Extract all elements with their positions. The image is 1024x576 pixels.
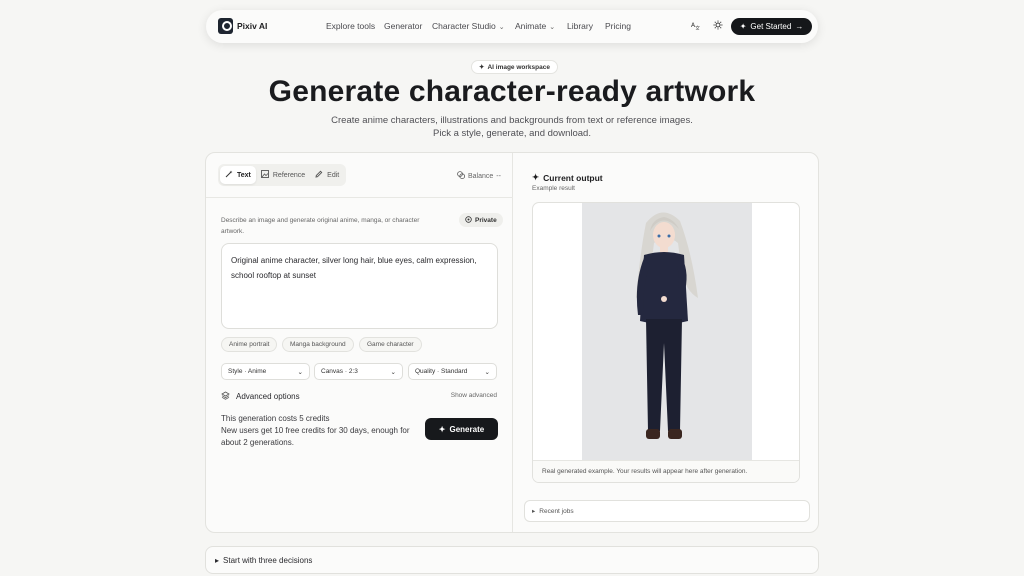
style-select[interactable]: Style · Anime ⌄ — [221, 363, 310, 380]
get-started-label: Get Started — [750, 22, 792, 31]
brand-logo[interactable] — [218, 18, 233, 34]
tab-text[interactable]: Text — [220, 166, 256, 184]
coins-icon — [457, 171, 465, 181]
prompt-description: Describe an image and generate original … — [221, 217, 420, 235]
preset-chip-anime-portrait[interactable]: Anime portrait — [221, 337, 278, 352]
nav-character-studio[interactable]: Character Studio ⌄ — [432, 21, 505, 31]
nav-explore-tools[interactable]: Explore tools — [326, 21, 375, 31]
preset-chip-game-character[interactable]: Game character — [359, 337, 422, 352]
nav-animate-label: Animate — [515, 21, 547, 31]
nav-animate[interactable]: Animate ⌄ — [515, 21, 555, 31]
quality-select[interactable]: Quality · Standard ⌄ — [408, 363, 497, 380]
editor-pane: Text Reference Edit Balance -- Describe … — [206, 153, 513, 532]
hero-subtitle-line2: Pick a style, generate, and download. — [433, 128, 591, 139]
mode-tabs: Text Reference Edit — [218, 164, 347, 186]
privacy-icon — [465, 215, 472, 225]
nav-generator[interactable]: Generator — [384, 21, 422, 31]
sparkle-icon: ✦ — [739, 22, 747, 31]
chevron-down-icon: ⌄ — [390, 368, 396, 376]
tab-reference-label: Reference — [272, 171, 306, 179]
tab-text-label: Text — [237, 171, 251, 179]
tab-reference[interactable]: Reference — [256, 166, 310, 184]
image-icon — [260, 170, 269, 180]
output-title: ✦ Current output — [532, 172, 603, 183]
advanced-options-title: Advanced options — [236, 392, 300, 401]
output-caption: Real generated example. Your results wil… — [533, 460, 799, 482]
output-title-label: Current output — [543, 172, 603, 183]
preset-chip-manga-background[interactable]: Manga background — [282, 337, 354, 352]
nav-library[interactable]: Library — [567, 21, 593, 31]
credit-cost-info: This generation costs 5 credits New user… — [221, 413, 421, 449]
show-advanced-toggle[interactable]: Show advanced — [451, 392, 497, 399]
magic-wand-icon — [225, 170, 233, 180]
chevron-down-icon: ⌄ — [549, 24, 556, 31]
three-decisions-label: Start with three decisions — [223, 555, 313, 565]
recent-jobs-label: Recent jobs — [539, 507, 574, 515]
tab-edit[interactable]: Edit — [310, 166, 344, 184]
hero-badge: ✦ AI image workspace — [471, 60, 558, 74]
privacy-badge[interactable]: Private — [459, 213, 503, 227]
chevron-down-icon: ⌄ — [498, 24, 505, 31]
canvas-select[interactable]: Canvas · 2:3 ⌄ — [314, 363, 403, 380]
get-started-button[interactable]: ✦ Get Started → — [731, 18, 812, 35]
chevron-down-icon: ⌄ — [484, 368, 490, 376]
generated-character-image[interactable] — [582, 203, 752, 460]
svg-text:文: 文 — [695, 25, 700, 30]
pencil-icon — [315, 170, 323, 180]
hero-badge-label: AI image workspace — [487, 63, 550, 71]
page-title: Generate character-ready artwork — [268, 75, 756, 108]
generator-panel: Text Reference Edit Balance -- Describe … — [205, 152, 819, 533]
output-subtitle: Example result — [532, 185, 575, 192]
sparkle-icon: ✦ — [532, 172, 540, 182]
layers-icon — [221, 391, 230, 402]
sparkle-icon: ✦ — [479, 64, 485, 71]
arrow-right-icon: → — [795, 22, 804, 31]
canvas-select-value: Canvas · 2:3 — [321, 368, 358, 375]
generate-label: Generate — [449, 424, 485, 434]
top-nav: Pixiv AI Explore tools Generator Charact… — [206, 10, 818, 43]
privacy-label: Private — [475, 216, 497, 224]
generate-button[interactable]: ✦ Generate — [425, 418, 498, 440]
recent-jobs-toggle[interactable]: ▸ Recent jobs — [524, 500, 810, 522]
balance-value: -- — [496, 172, 501, 180]
brand-name[interactable]: Pixiv AI — [237, 21, 267, 31]
nav-character-studio-label: Character Studio — [432, 21, 496, 31]
chevron-down-icon: ⌄ — [297, 368, 303, 376]
prompt-textarea[interactable]: Original anime character, silver long ha… — [221, 243, 498, 329]
hero-subtitle-line1: Create anime characters, illustrations a… — [331, 115, 693, 126]
caret-right-icon: ▸ — [532, 508, 536, 515]
style-select-value: Style · Anime — [228, 368, 267, 375]
hero-subtitle: Create anime characters, illustrations a… — [0, 114, 1024, 140]
output-preview: Real generated example. Your results wil… — [532, 202, 800, 483]
theme-toggle-icon[interactable] — [713, 20, 723, 33]
sparkle-icon: ✦ — [438, 424, 446, 434]
output-pane: ✦ Current output Example result Real gen… — [514, 153, 818, 532]
translate-icon[interactable]: A文 — [691, 20, 701, 33]
three-decisions-toggle[interactable]: ▸ Start with three decisions — [205, 546, 819, 574]
balance-label: Balance — [468, 172, 494, 180]
caret-right-icon: ▸ — [215, 555, 220, 565]
balance-indicator[interactable]: Balance -- — [457, 171, 501, 181]
tab-edit-label: Edit — [327, 171, 340, 179]
cost-line: This generation costs 5 credits — [221, 414, 330, 423]
divider — [206, 197, 513, 198]
quality-select-value: Quality · Standard — [415, 368, 468, 375]
nav-pricing[interactable]: Pricing — [605, 21, 631, 31]
free-credits-line: New users get 10 free credits for 30 day… — [221, 426, 410, 447]
